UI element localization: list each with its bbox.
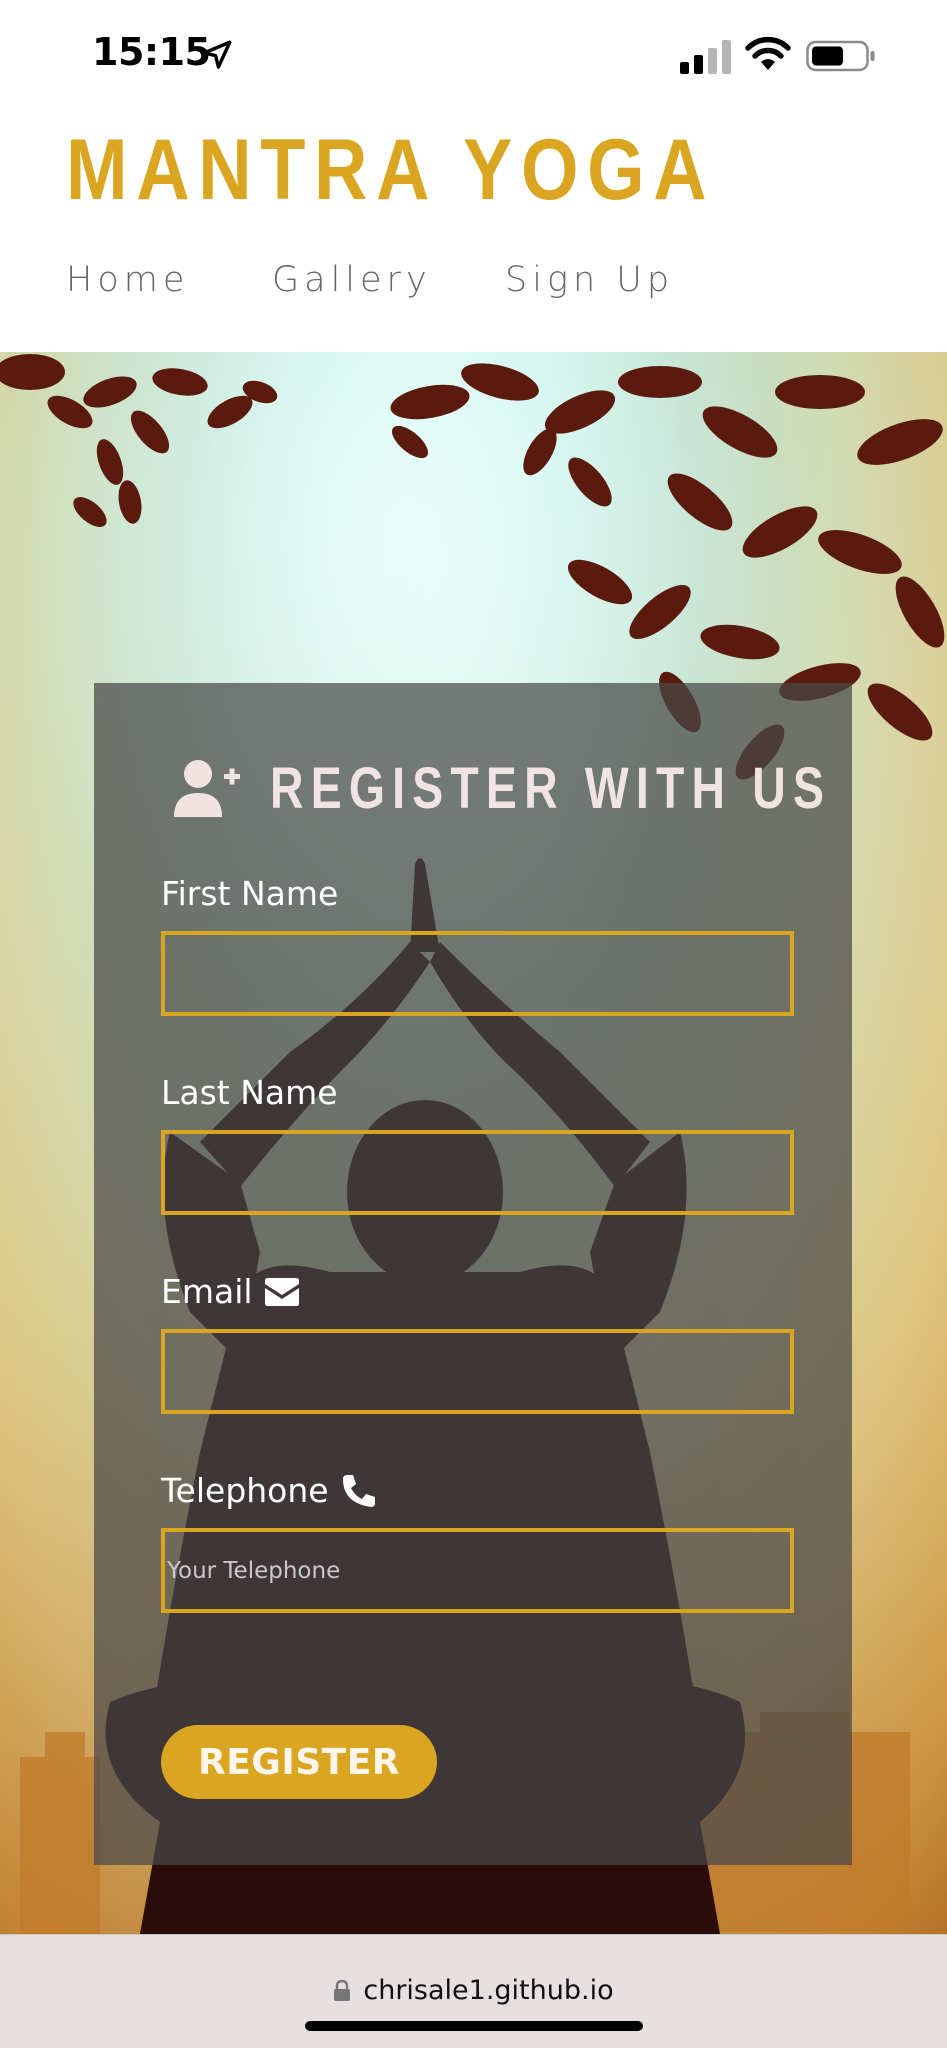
- battery-icon: [806, 40, 875, 72]
- first-name-input[interactable]: [161, 931, 794, 1016]
- email-label: Email: [161, 1272, 301, 1311]
- first-name-label: First Name: [161, 874, 338, 913]
- url-display[interactable]: chrisale1.github.io: [0, 1975, 947, 2006]
- telephone-label-text: Telephone: [161, 1471, 329, 1510]
- telephone-label: Telephone: [161, 1471, 377, 1510]
- url-text: chrisale1.github.io: [363, 1975, 614, 2006]
- cellular-signal-icon: [680, 40, 731, 74]
- nav-home-link[interactable]: Home: [66, 260, 189, 300]
- wifi-icon: [745, 36, 791, 70]
- site-header: MANTRA YOGA Home Gallery Sign Up: [0, 110, 947, 352]
- browser-address-bar: chrisale1.github.io: [0, 1934, 947, 2048]
- phone-icon: [342, 1474, 375, 1507]
- last-name-input[interactable]: [161, 1130, 794, 1215]
- register-button[interactable]: REGISTER: [161, 1725, 437, 1799]
- email-input[interactable]: [161, 1329, 794, 1414]
- last-name-label: Last Name: [161, 1073, 338, 1112]
- email-label-text: Email: [161, 1272, 253, 1311]
- first-name-label-text: First Name: [161, 874, 339, 913]
- home-indicator[interactable]: [305, 2021, 643, 2031]
- status-bar: 15:15: [0, 0, 947, 110]
- last-name-label-text: Last Name: [161, 1073, 338, 1112]
- nav-gallery-link[interactable]: Gallery: [272, 260, 432, 300]
- user-plus-icon: [174, 760, 240, 817]
- location-arrow-icon: [202, 40, 232, 69]
- site-logo[interactable]: MANTRA YOGA: [66, 110, 715, 230]
- nav-signup-link[interactable]: Sign Up: [505, 260, 674, 300]
- envelope-icon: [264, 1277, 299, 1306]
- telephone-input[interactable]: [161, 1528, 794, 1613]
- status-time: 15:15: [92, 30, 211, 74]
- lock-icon: [334, 1979, 351, 2001]
- form-title-text: REGISTER WITH US: [270, 755, 832, 821]
- form-title: REGISTER WITH US: [172, 748, 947, 828]
